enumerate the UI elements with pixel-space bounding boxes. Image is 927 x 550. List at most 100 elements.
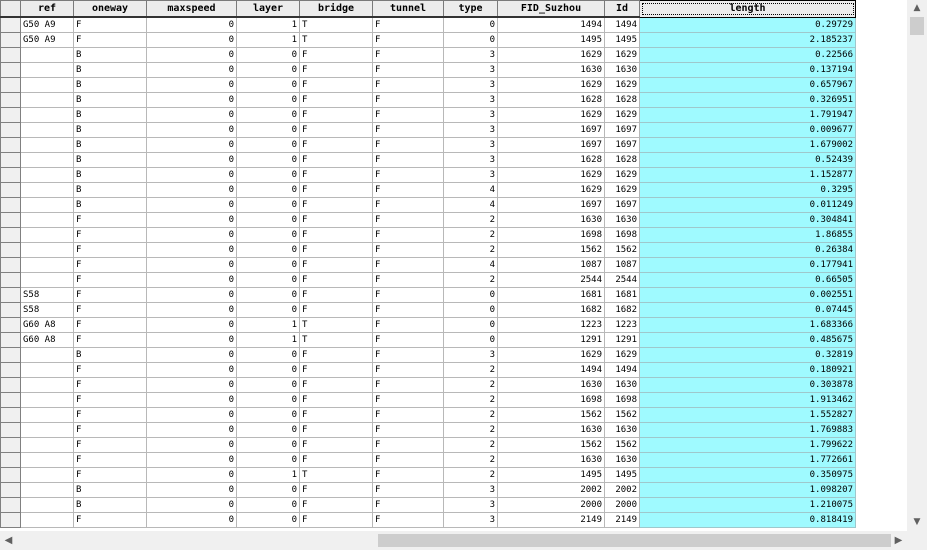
table-row[interactable]: B 0 0 F F 3 1697 1697 1.679002 (0, 137, 856, 153)
row-selector[interactable] (0, 437, 21, 453)
cell-id[interactable]: 1628 (604, 92, 640, 108)
cell-bridge[interactable]: F (299, 62, 373, 78)
cell-layer[interactable]: 1 (236, 32, 300, 48)
cell-fid-suzhou[interactable]: 2149 (497, 512, 605, 528)
row-selector[interactable] (0, 77, 21, 93)
table-row[interactable]: B 0 0 F F 4 1697 1697 0.011249 (0, 197, 856, 213)
cell-layer[interactable]: 0 (236, 62, 300, 78)
cell-layer[interactable]: 1 (236, 332, 300, 348)
row-selector[interactable] (0, 302, 21, 318)
cell-maxspeed[interactable]: 0 (146, 377, 237, 393)
row-selector[interactable] (0, 152, 21, 168)
chevron-up-icon[interactable]: ▲ (907, 0, 927, 17)
cell-fid-suzhou[interactable]: 1698 (497, 392, 605, 408)
cell-type[interactable]: 2 (443, 392, 498, 408)
cell-tunnel[interactable]: F (372, 362, 444, 378)
cell-bridge[interactable]: F (299, 212, 373, 228)
cell-ref[interactable] (20, 167, 74, 183)
cell-ref[interactable] (20, 212, 74, 228)
cell-fid-suzhou[interactable]: 1697 (497, 122, 605, 138)
row-selector[interactable] (0, 392, 21, 408)
cell-layer[interactable]: 0 (236, 182, 300, 198)
cell-ref[interactable] (20, 77, 74, 93)
cell-fid-suzhou[interactable]: 1698 (497, 227, 605, 243)
cell-id[interactable]: 1629 (604, 47, 640, 63)
cell-length[interactable]: 1.772661 (639, 452, 856, 468)
cell-layer[interactable]: 0 (236, 137, 300, 153)
row-selector[interactable] (0, 347, 21, 363)
cell-layer[interactable]: 1 (236, 16, 300, 33)
cell-id[interactable]: 2149 (604, 512, 640, 528)
cell-layer[interactable]: 0 (236, 257, 300, 273)
table-row[interactable]: B 0 0 F F 3 1629 1629 1.791947 (0, 107, 856, 123)
cell-ref[interactable]: G60 A8 (20, 332, 74, 348)
cell-tunnel[interactable]: F (372, 497, 444, 513)
cell-ref[interactable] (20, 122, 74, 138)
cell-fid-suzhou[interactable]: 1562 (497, 242, 605, 258)
cell-oneway[interactable]: B (73, 137, 147, 153)
cell-type[interactable]: 2 (443, 407, 498, 423)
cell-fid-suzhou[interactable]: 1494 (497, 16, 605, 33)
cell-fid-suzhou[interactable]: 1697 (497, 197, 605, 213)
cell-length[interactable]: 0.657967 (639, 77, 856, 93)
cell-maxspeed[interactable]: 0 (146, 437, 237, 453)
cell-bridge[interactable]: F (299, 272, 373, 288)
cell-maxspeed[interactable]: 0 (146, 332, 237, 348)
cell-tunnel[interactable]: F (372, 437, 444, 453)
cell-bridge[interactable]: F (299, 407, 373, 423)
chevron-down-icon[interactable]: ▼ (907, 514, 927, 531)
row-selector[interactable] (0, 467, 21, 483)
cell-maxspeed[interactable]: 0 (146, 497, 237, 513)
cell-layer[interactable]: 0 (236, 362, 300, 378)
cell-bridge[interactable]: F (299, 452, 373, 468)
cell-fid-suzhou[interactable]: 1629 (497, 182, 605, 198)
cell-bridge[interactable]: T (299, 317, 373, 333)
row-selector[interactable] (0, 212, 21, 228)
cell-maxspeed[interactable]: 0 (146, 107, 237, 123)
cell-length[interactable]: 1.913462 (639, 392, 856, 408)
row-selector[interactable] (0, 227, 21, 243)
cell-fid-suzhou[interactable]: 1223 (497, 317, 605, 333)
cell-length[interactable]: 1.098207 (639, 482, 856, 498)
cell-type[interactable]: 4 (443, 182, 498, 198)
horizontal-scroll-thumb[interactable] (378, 534, 891, 547)
cell-ref[interactable] (20, 362, 74, 378)
cell-layer[interactable]: 0 (236, 392, 300, 408)
cell-bridge[interactable]: F (299, 257, 373, 273)
cell-length[interactable]: 0.07445 (639, 302, 856, 318)
cell-id[interactable]: 1697 (604, 197, 640, 213)
cell-layer[interactable]: 0 (236, 242, 300, 258)
cell-maxspeed[interactable]: 0 (146, 512, 237, 528)
cell-id[interactable]: 1087 (604, 257, 640, 273)
cell-layer[interactable]: 0 (236, 92, 300, 108)
cell-fid-suzhou[interactable]: 2002 (497, 482, 605, 498)
cell-ref[interactable] (20, 392, 74, 408)
cell-maxspeed[interactable]: 0 (146, 122, 237, 138)
row-selector[interactable] (0, 137, 21, 153)
cell-type[interactable]: 3 (443, 47, 498, 63)
cell-tunnel[interactable]: F (372, 482, 444, 498)
cell-bridge[interactable]: F (299, 47, 373, 63)
cell-fid-suzhou[interactable]: 1291 (497, 332, 605, 348)
cell-length[interactable]: 0.002551 (639, 287, 856, 303)
cell-oneway[interactable]: F (73, 407, 147, 423)
cell-oneway[interactable]: B (73, 152, 147, 168)
chevron-right-icon[interactable]: ▶ (890, 531, 907, 550)
cell-length[interactable]: 2.185237 (639, 32, 856, 48)
row-selector[interactable] (0, 332, 21, 348)
cell-bridge[interactable]: F (299, 347, 373, 363)
cell-bridge[interactable]: F (299, 302, 373, 318)
cell-fid-suzhou[interactable]: 1629 (497, 47, 605, 63)
cell-tunnel[interactable]: F (372, 287, 444, 303)
cell-bridge[interactable]: T (299, 467, 373, 483)
cell-tunnel[interactable]: F (372, 377, 444, 393)
cell-oneway[interactable]: F (73, 452, 147, 468)
cell-tunnel[interactable]: F (372, 347, 444, 363)
cell-type[interactable]: 4 (443, 197, 498, 213)
cell-length[interactable]: 1.152877 (639, 167, 856, 183)
row-selector[interactable] (0, 122, 21, 138)
cell-ref[interactable] (20, 407, 74, 423)
cell-length[interactable]: 0.818419 (639, 512, 856, 528)
cell-layer[interactable]: 0 (236, 407, 300, 423)
cell-ref[interactable] (20, 197, 74, 213)
